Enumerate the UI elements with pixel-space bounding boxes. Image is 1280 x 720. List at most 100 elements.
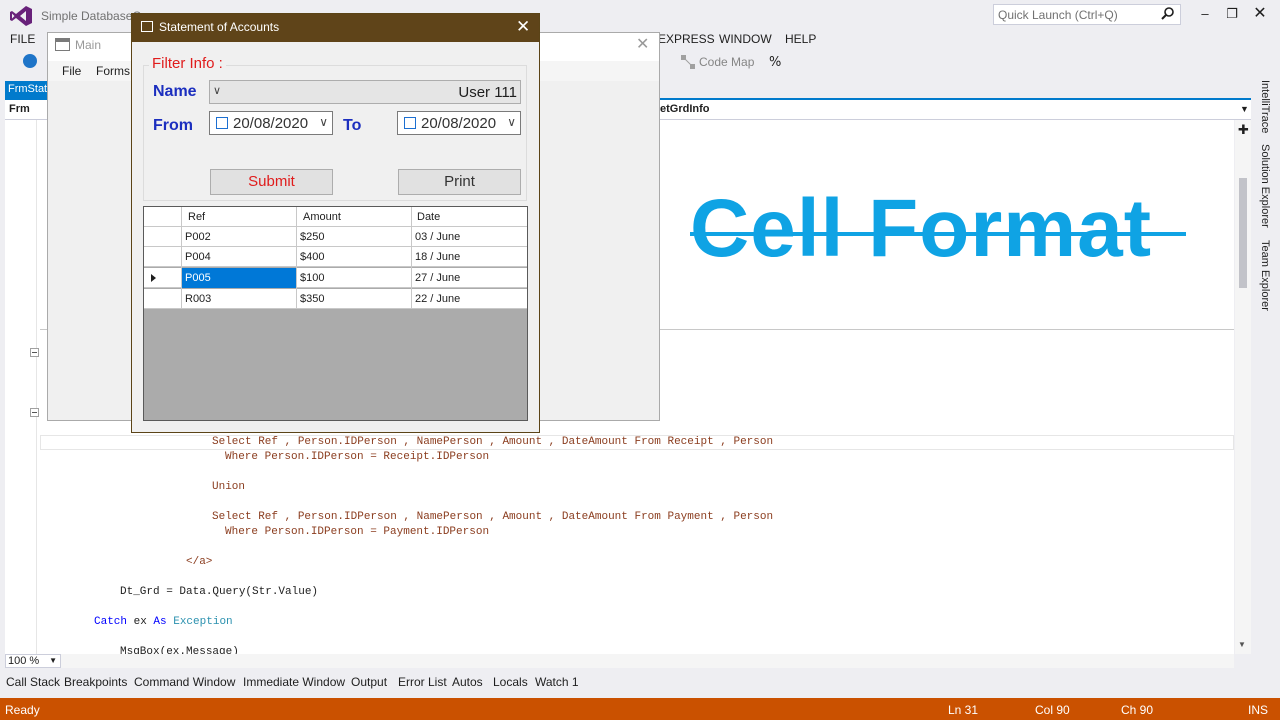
grid-cell-ref[interactable]: P004	[182, 247, 211, 267]
document-tab[interactable]: FrmStat	[5, 81, 53, 98]
side-tab-intellitrace[interactable]: IntelliTrace	[1259, 80, 1271, 133]
filter-group-title: Filter Info :	[149, 55, 226, 72]
tab-watch-1[interactable]: Watch 1	[535, 675, 579, 689]
banner-title: Cell Format	[690, 183, 1153, 274]
split-icon[interactable]: ✚	[1238, 122, 1249, 138]
from-date-picker[interactable]: 20/08/2020 ∨	[209, 111, 333, 135]
tab-output[interactable]: Output	[351, 675, 387, 689]
main-menu-forms[interactable]: Forms	[96, 64, 130, 78]
svg-text:%: %	[769, 55, 781, 70]
grid-cell-date[interactable]: 27 / June	[412, 268, 460, 288]
submit-button[interactable]: Submit	[210, 169, 333, 195]
tab-error-list[interactable]: Error List	[398, 675, 447, 689]
dialog-close-icon[interactable]: ✕	[516, 17, 530, 37]
grid-cell-ref[interactable]: P002	[182, 227, 211, 247]
code-line-partial: MsgBox(ex.Message)	[120, 646, 239, 654]
minimize-icon[interactable]: –	[1195, 5, 1215, 23]
search-icon	[1161, 7, 1174, 20]
code-line: Catch ex As Exception	[94, 615, 233, 629]
code-line: </a>	[186, 556, 213, 568]
status-ready: Ready	[5, 703, 40, 717]
status-insert-mode: INS	[1248, 703, 1269, 717]
chevron-down-icon: ∨	[319, 115, 328, 129]
to-date-checkbox[interactable]	[404, 117, 416, 129]
tab-call-stack[interactable]: Call Stack	[6, 675, 60, 689]
nav-dropdown-arrow-icon[interactable]: ▼	[1240, 104, 1249, 114]
main-form-close-icon[interactable]: ✕	[636, 34, 649, 54]
quick-launch-input[interactable]: Quick Launch (Ctrl+Q)	[993, 4, 1181, 25]
keyword-catch: Catch	[94, 616, 128, 628]
nav-member-dropdown[interactable]: etGrdInfo	[660, 103, 710, 115]
grid-cell-amount[interactable]: $100	[297, 268, 324, 288]
status-char: Ch 90	[1121, 703, 1154, 717]
grid-cell-amount[interactable]: $400	[297, 247, 324, 267]
menu-help[interactable]: HELP	[785, 32, 816, 46]
to-date-picker[interactable]: 20/08/2020 ∨	[397, 111, 521, 135]
vs-window-title: Simple DatabaseC	[41, 9, 142, 23]
grid-cell-date[interactable]: 18 / June	[412, 247, 460, 267]
side-tab-team-explorer[interactable]: Team Explorer	[1259, 240, 1271, 311]
code-map-icon[interactable]	[680, 54, 696, 70]
grid-cell-ref[interactable]: R003	[182, 289, 211, 309]
form-window-icon	[141, 21, 153, 32]
restore-icon[interactable]: ❐	[1222, 5, 1242, 23]
scroll-down-icon[interactable]: ▼	[1238, 640, 1246, 649]
grid-cell-date[interactable]: 03 / June	[412, 227, 460, 247]
grid-column-header-ref[interactable]: Ref	[185, 207, 205, 227]
tab-command-window[interactable]: Command Window	[134, 675, 235, 689]
editor-gutter	[36, 120, 37, 654]
type-exception: Exception	[173, 616, 233, 628]
menu-express[interactable]: EXPRESS	[658, 32, 715, 46]
horizontal-scrollbar[interactable]	[5, 654, 1234, 668]
zoom-level-dropdown[interactable]: 100 % ▼	[5, 654, 61, 668]
visual-studio-logo-icon	[10, 6, 32, 26]
code-line: Where Person.IDPerson = Payment.IDPerson	[225, 526, 490, 538]
main-menu-file[interactable]: File	[62, 64, 81, 78]
close-icon[interactable]: ✕	[1250, 5, 1270, 23]
menu-window[interactable]: WINDOW	[719, 32, 772, 46]
collapse-icon[interactable]	[30, 408, 39, 417]
print-button[interactable]: Print	[398, 169, 521, 195]
menu-file[interactable]: FILE	[10, 32, 35, 46]
tab-locals[interactable]: Locals	[493, 675, 528, 689]
from-date-value: 20/08/2020	[233, 115, 309, 132]
grid-cell-amount[interactable]: $250	[297, 227, 324, 247]
dialog-title: Statement of Accounts	[159, 20, 280, 34]
to-label: To	[343, 117, 362, 134]
name-label: Name	[153, 83, 197, 100]
zoom-level-value: 100 %	[8, 655, 40, 667]
status-line: Ln 31	[948, 703, 979, 717]
grid-cell-date[interactable]: 22 / June	[412, 289, 460, 309]
chevron-down-icon: ∨	[213, 85, 222, 97]
status-bar	[0, 698, 1280, 720]
banner-strikethrough	[690, 232, 1186, 236]
tab-autos[interactable]: Autos	[452, 675, 483, 689]
name-combobox[interactable]: ∨ User 111	[209, 80, 521, 104]
back-arrow-icon[interactable]	[23, 54, 37, 68]
scrollbar-thumb[interactable]	[1239, 178, 1247, 288]
side-tab-solution-explorer[interactable]: Solution Explorer	[1259, 144, 1271, 228]
collapse-icon[interactable]	[30, 348, 39, 357]
form-window-icon	[55, 38, 70, 51]
nav-class-dropdown[interactable]: Frm	[9, 103, 30, 115]
grid-cell-amount[interactable]: $350	[297, 289, 324, 309]
main-form-title: Main	[75, 38, 102, 52]
code-line: Dt_Grd = Data.Query(Str.Value)	[120, 586, 319, 598]
from-label: From	[153, 117, 193, 134]
side-panel-tabs: IntelliTrace Solution Explorer Team Expl…	[1256, 78, 1280, 668]
grid-column-header-amount[interactable]: Amount	[300, 207, 341, 227]
chevron-down-icon: ∨	[507, 115, 516, 129]
quick-launch-placeholder: Quick Launch (Ctrl+Q)	[998, 8, 1118, 22]
tab-breakpoints[interactable]: Breakpoints	[64, 675, 127, 689]
code-map-button[interactable]: Code Map	[699, 55, 754, 69]
name-combobox-value: User 111	[458, 84, 517, 101]
percent-tool-icon[interactable]: %	[769, 54, 791, 70]
to-date-value: 20/08/2020	[421, 115, 497, 132]
code-line: Select Ref , Person.IDPerson , NamePerso…	[212, 436, 774, 448]
grid-column-header-date[interactable]: Date	[414, 207, 440, 227]
from-date-checkbox[interactable]	[216, 117, 228, 129]
code-line: Where Person.IDPerson = Receipt.IDPerson	[225, 451, 490, 463]
tab-immediate-window[interactable]: Immediate Window	[243, 675, 345, 689]
grid-cell-ref-selected[interactable]: P005	[182, 268, 211, 288]
code-identifier: ex	[127, 616, 154, 628]
